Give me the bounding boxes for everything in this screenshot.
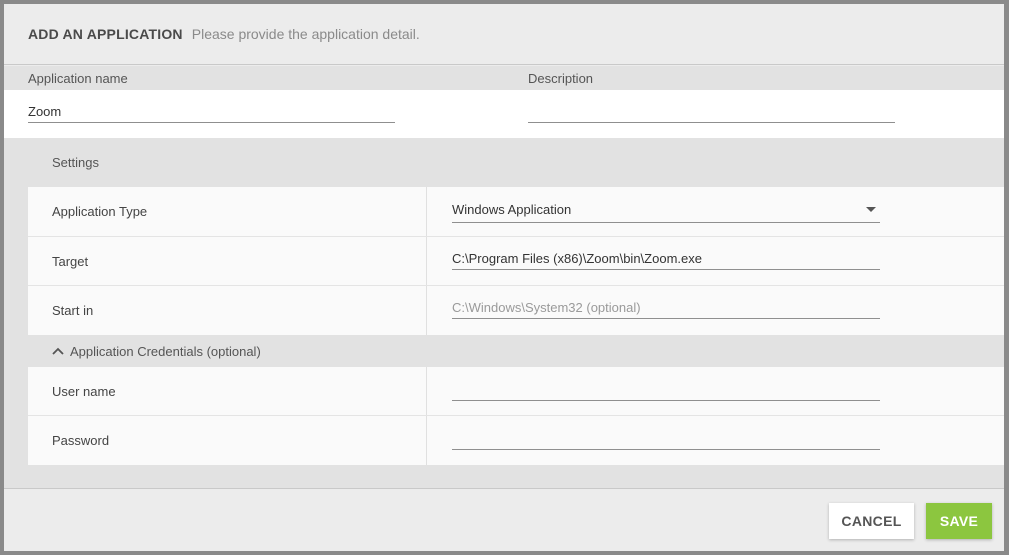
cancel-button[interactable]: CANCEL: [829, 503, 914, 539]
top-labels-row: Application name Description: [4, 66, 1004, 90]
start-in-label: Start in: [28, 286, 427, 335]
target-input[interactable]: [452, 248, 880, 270]
credentials-section-toggle[interactable]: Application Credentials (optional): [28, 335, 1004, 367]
chevron-up-icon: [52, 347, 64, 355]
description-input[interactable]: [528, 101, 895, 123]
password-input[interactable]: [452, 428, 880, 450]
dialog-body: Application name Description Settings Ap…: [4, 66, 1004, 488]
start-in-row: Start in: [28, 286, 1004, 335]
save-button[interactable]: SAVE: [926, 503, 992, 539]
dialog-title: ADD AN APPLICATION: [28, 26, 183, 42]
dialog-footer: CANCEL SAVE: [4, 488, 1004, 551]
application-type-row: Application Type Windows Application: [28, 187, 1004, 237]
application-name-input[interactable]: [28, 101, 395, 123]
dialog-header: ADD AN APPLICATION Please provide the ap…: [4, 4, 1004, 65]
start-in-input[interactable]: [452, 297, 880, 319]
user-name-row: User name: [28, 367, 1004, 416]
top-inputs-row: [4, 90, 1004, 138]
settings-section-header: Settings: [28, 138, 1004, 187]
triangle-down-icon: [866, 207, 876, 212]
settings-title: Settings: [52, 155, 99, 170]
application-type-select[interactable]: Windows Application: [452, 199, 880, 223]
target-row: Target: [28, 237, 1004, 286]
password-label: Password: [28, 416, 427, 465]
add-application-dialog: ADD AN APPLICATION Please provide the ap…: [4, 4, 1004, 551]
password-row: Password: [28, 416, 1004, 465]
application-type-label: Application Type: [28, 187, 427, 236]
user-name-input[interactable]: [452, 379, 880, 401]
application-name-label: Application name: [28, 71, 128, 86]
description-label: Description: [528, 71, 594, 86]
user-name-label: User name: [28, 367, 427, 415]
dialog-subtitle: Please provide the application detail.: [191, 26, 420, 42]
application-type-value: Windows Application: [452, 199, 880, 223]
target-label: Target: [28, 237, 427, 285]
credentials-title: Application Credentials (optional): [70, 343, 261, 359]
